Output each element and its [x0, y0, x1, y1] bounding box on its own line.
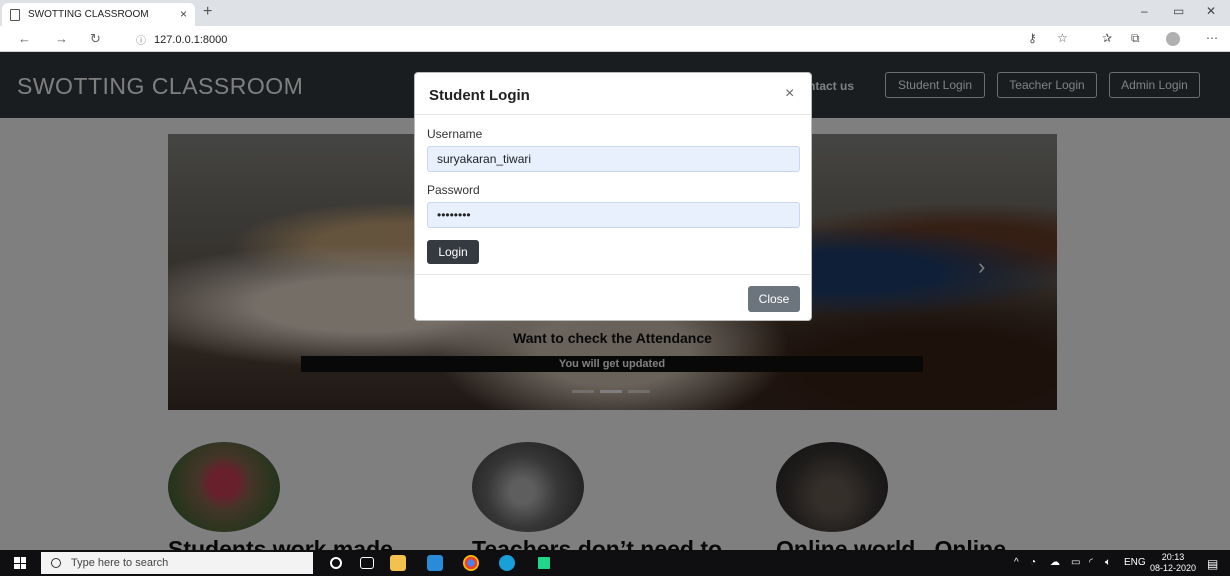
tray-volume-icon[interactable]: 🔈︎ — [1105, 557, 1111, 568]
username-input[interactable]: suryakaran_tiwari — [427, 146, 800, 172]
browser-tab-strip: SWOTTING CLASSROOM × + – ▭ ✕ — [0, 0, 1230, 26]
mail-icon[interactable] — [427, 555, 443, 571]
favorite-star-icon[interactable]: ☆ — [1057, 31, 1068, 45]
edge-icon[interactable] — [499, 555, 515, 571]
clock-date: 08-12-2020 — [1150, 563, 1197, 573]
profile-avatar-icon[interactable] — [1166, 32, 1180, 46]
notifications-icon[interactable]: ▤ — [1207, 557, 1218, 571]
modal-footer-divider — [415, 274, 811, 275]
modal-title: Student Login — [429, 87, 530, 104]
modal-close-icon[interactable]: × — [785, 85, 794, 103]
url-text: 127.0.0.1:8000 — [154, 33, 228, 46]
screen: SWOTTING CLASSROOM × + – ▭ ✕ ← → ↻ ⓘ 127… — [0, 0, 1230, 576]
tray-cloud-icon[interactable]: ☁ — [1050, 557, 1060, 568]
url-field[interactable]: ⓘ 127.0.0.1:8000 — [136, 32, 228, 48]
taskbar-search-box[interactable]: Type here to search — [41, 552, 313, 574]
page-icon — [10, 8, 20, 21]
file-explorer-icon[interactable] — [390, 555, 406, 571]
password-label: Password — [427, 183, 480, 197]
more-menu-icon[interactable]: ⋯ — [1206, 31, 1218, 45]
tray-network-icon[interactable]: ◔ — [1030, 557, 1036, 568]
restore-button[interactable]: ▭ — [1173, 4, 1184, 18]
windows-start-icon[interactable] — [14, 557, 26, 569]
tray-battery-icon[interactable]: ▭ — [1071, 557, 1080, 568]
info-icon[interactable]: ⓘ — [136, 32, 146, 47]
login-button[interactable]: Login — [427, 240, 479, 264]
new-tab-button[interactable]: + — [203, 3, 212, 21]
minimize-button[interactable]: – — [1141, 4, 1148, 18]
student-login-modal: Student Login × Username suryakaran_tiwa… — [414, 72, 812, 321]
cortana-icon[interactable] — [330, 557, 342, 569]
taskbar-clock[interactable]: 20:13 08-12-2020 — [1150, 552, 1196, 574]
address-bar: ← → ↻ ⓘ 127.0.0.1:8000 ⚷ ☆ ✰ ⧉ ⋯ — [0, 26, 1230, 52]
back-icon[interactable]: ← — [18, 31, 31, 46]
username-label: Username — [427, 127, 483, 141]
modal-header: Student Login × — [415, 73, 811, 115]
language-indicator[interactable]: ENG — [1124, 557, 1146, 568]
clock-time: 20:13 — [1161, 552, 1185, 562]
taskbar-search-placeholder: Type here to search — [71, 557, 169, 569]
window-close-button[interactable]: ✕ — [1206, 4, 1216, 18]
pycharm-icon[interactable] — [536, 555, 552, 571]
web-page: SWOTTING CLASSROOM ntact us Student Logi… — [0, 52, 1230, 550]
key-icon[interactable]: ⚷ — [1028, 31, 1037, 45]
chrome-icon[interactable] — [463, 555, 479, 571]
tray-wifi-icon[interactable]: ◜ — [1089, 557, 1093, 568]
browser-tab[interactable]: SWOTTING CLASSROOM × — [2, 3, 195, 26]
close-button[interactable]: Close — [748, 286, 800, 312]
tray-chevron-icon[interactable]: ^ — [1014, 557, 1019, 568]
task-view-icon[interactable] — [360, 557, 374, 569]
search-icon — [51, 558, 61, 568]
forward-icon[interactable]: → — [55, 31, 68, 46]
tab-close-icon[interactable]: × — [180, 7, 187, 21]
collections-icon[interactable]: ⧉ — [1131, 31, 1140, 46]
password-input[interactable]: •••••••• — [427, 202, 800, 228]
tab-title: SWOTTING CLASSROOM — [28, 9, 149, 20]
refresh-icon[interactable]: ↻ — [90, 31, 101, 47]
favorites-list-icon[interactable]: ✰ — [1102, 31, 1112, 45]
windows-taskbar: Type here to search ^ ◔ ☁ ▭ ◜ 🔈︎ ENG 20:… — [0, 550, 1230, 576]
